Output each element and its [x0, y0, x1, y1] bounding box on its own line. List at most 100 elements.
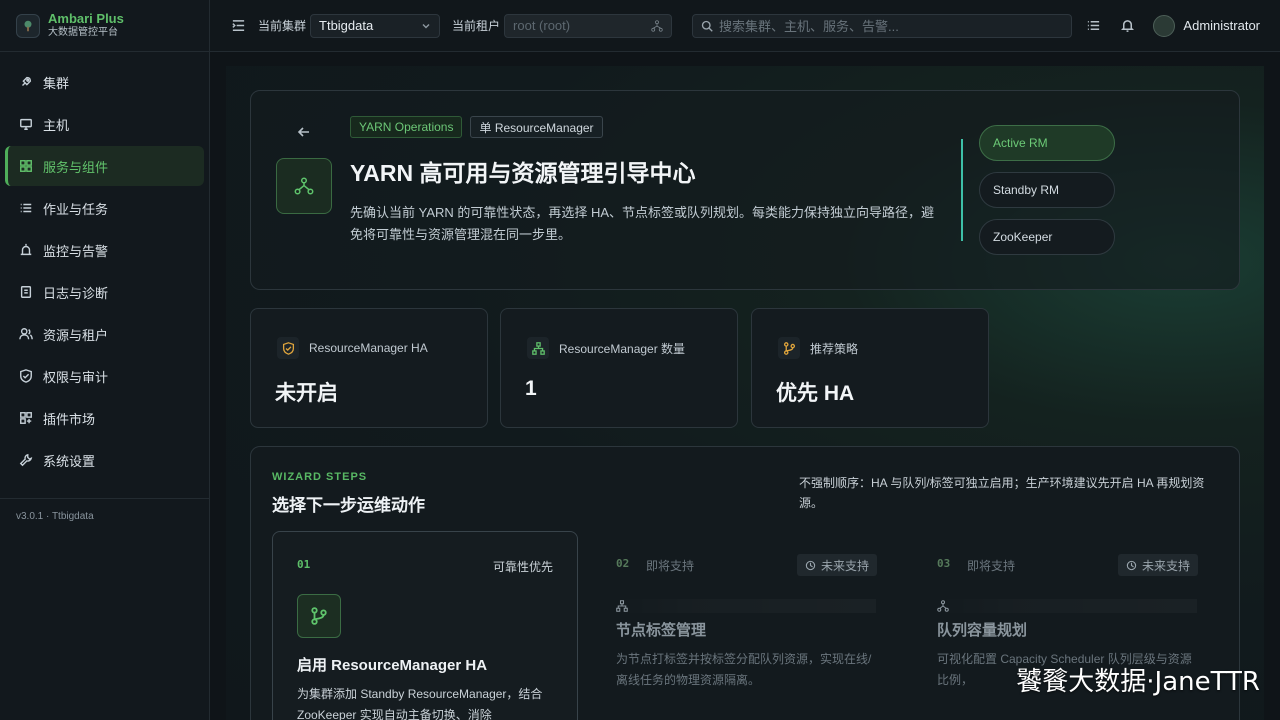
main-content: YARN Operations 单 ResourceManager YARN 高…	[226, 66, 1264, 720]
sidebar-item-label: 系统设置	[43, 453, 96, 469]
cluster-select[interactable]: Ttbigdata	[310, 13, 441, 38]
stat-card-rm-count: ResourceManager 数量 1	[500, 308, 738, 428]
sidebar-item-audit[interactable]: 权限与审计	[5, 356, 204, 396]
grid-icon	[20, 160, 32, 172]
step-title: 队列容量规划	[937, 622, 1028, 639]
sitemap-icon	[527, 337, 549, 359]
stat-value: 1	[525, 377, 537, 400]
back-arrow-icon[interactable]	[296, 124, 312, 145]
sidebar-item-label: 监控与告警	[43, 243, 109, 259]
active-rm-pill: Active RM	[979, 125, 1115, 161]
log-icon	[20, 286, 32, 298]
list-icon	[20, 203, 32, 213]
future-support-badge: 未来支持	[796, 554, 877, 576]
sidebar-item-label: 服务与组件	[43, 159, 109, 175]
sidebar-item-label: 权限与审计	[43, 369, 109, 385]
tenant-value: root (root)	[513, 18, 571, 33]
wrench-icon	[19, 453, 33, 467]
step-priority: 可靠性优先	[492, 560, 553, 574]
sidebar-item-label: 日志与诊断	[43, 285, 109, 301]
monitor-icon	[20, 118, 32, 130]
list-view-icon[interactable]	[1085, 18, 1101, 34]
stat-card-rm-ha: ResourceManager HA 未开启	[250, 308, 488, 428]
sidebar-item-label: 插件市场	[43, 411, 96, 427]
hero-description: 先确认当前 YARN 的可靠性状态，再选择 HA、节点标签或队列规划。每类能力保…	[350, 205, 935, 242]
sidebar-item-label: 集群	[43, 75, 70, 91]
step-description: 为集群添加 Standby ResourceManager，结合 ZooKeep…	[297, 687, 543, 720]
wizard-kicker: WIZARD STEPS	[272, 471, 368, 483]
badge-label: 未来支持	[820, 558, 869, 573]
sidebar-item-monitoring[interactable]: 监控与告警	[5, 230, 204, 270]
search-input[interactable]: 搜索集群、主机、服务、告警...	[692, 13, 1073, 38]
sidebar-item-plugins[interactable]: 插件市场	[5, 398, 204, 438]
sidebar-item-label: 作业与任务	[43, 201, 109, 217]
sitemap-icon	[651, 19, 663, 32]
hero-card: YARN Operations 单 ResourceManager YARN 高…	[250, 90, 1240, 290]
sidebar-item-services[interactable]: 服务与组件	[5, 146, 204, 186]
chevron-down-icon	[422, 23, 430, 28]
step-card-rm-ha[interactable]: 01 可靠性优先 启用 ResourceManager HA 为集群添加 Sta…	[272, 531, 578, 720]
sidebar-nav: 集群 主机 服务与组件 作业与任务 监控与告警 日志与诊断 资源与租户 权限与审…	[0, 52, 209, 490]
apps-icon	[20, 412, 32, 424]
tenant-field[interactable]: root (root)	[504, 13, 673, 38]
menu-toggle-icon[interactable]	[230, 18, 246, 34]
badge-label: 未来支持	[1141, 558, 1190, 573]
cluster-select-value: Ttbigdata	[319, 18, 374, 33]
sidebar-item-settings[interactable]: 系统设置	[5, 440, 204, 480]
sidebar-item-cluster[interactable]: 集群	[5, 62, 204, 102]
wizard-note: 不强制顺序：HA 与队列/标签可独立启用；生产环境建议先开启 HA 再规划资源。	[799, 476, 1205, 510]
topbar: 当前集群 Ttbigdata 当前租户 root (root) 搜索集群、主机、…	[210, 0, 1280, 52]
users-icon	[19, 328, 33, 340]
brand[interactable]: Ambari Plus 大数据管控平台	[0, 0, 209, 52]
sidebar-item-jobs[interactable]: 作业与任务	[5, 188, 204, 228]
watermark: 饕餮大数据·JaneTTR	[1016, 667, 1260, 697]
yarn-cluster-icon	[276, 158, 332, 214]
stat-label: ResourceManager 数量	[559, 341, 686, 356]
sidebar-item-label: 资源与租户	[43, 327, 109, 343]
tenant-label: 当前租户	[452, 19, 501, 33]
sidebar-item-resources[interactable]: 资源与租户	[5, 314, 204, 354]
stat-value: 优先 HA	[776, 382, 855, 405]
clock-icon	[1126, 560, 1137, 570]
zookeeper-pill: ZooKeeper	[979, 219, 1115, 255]
stat-card-strategy: 推荐策略 优先 HA	[751, 308, 989, 428]
step-soon-label: 即将支持	[967, 559, 1016, 573]
user-menu[interactable]: Administrator	[1153, 14, 1260, 37]
step-title: 启用 ResourceManager HA	[297, 657, 488, 674]
step-description: 为节点打标签并按标签分配队列资源，实现在线/离线任务的物理资源隔离。	[616, 652, 872, 687]
page-title: YARN 高可用与资源管理引导中心	[350, 160, 696, 186]
sidebar: Ambari Plus 大数据管控平台 集群 主机 服务与组件 作业与任务 监控…	[0, 0, 210, 720]
search-placeholder: 搜索集群、主机、服务、告警...	[719, 19, 899, 34]
stat-value: 未开启	[275, 382, 338, 405]
sidebar-item-label: 主机	[43, 117, 70, 133]
step-title: 节点标签管理	[616, 622, 707, 639]
shield-icon	[20, 369, 32, 383]
alarm-icon	[20, 243, 32, 256]
step-number: 03	[937, 557, 951, 570]
step-number: 01	[297, 558, 311, 571]
brand-logo	[16, 13, 40, 38]
version-label: v3.0.1 · Ttbigdata	[0, 498, 209, 534]
stat-label: 推荐策略	[810, 341, 859, 356]
shield-check-icon	[277, 337, 299, 359]
step-card-node-labels: 02 即将支持 未来支持 节点标签管理 为节点打标签并按标签分配队列资源，实现在…	[592, 531, 898, 720]
wizard-title: 选择下一步运维动作	[272, 496, 425, 515]
sidebar-item-hosts[interactable]: 主机	[5, 104, 204, 144]
future-support-badge: 未来支持	[1117, 554, 1198, 576]
brand-title: Ambari Plus	[48, 11, 124, 26]
step-soon-label: 即将支持	[646, 559, 695, 573]
clock-icon	[805, 560, 816, 570]
tag-single-rm: 单 ResourceManager	[470, 116, 603, 138]
cluster-label: 当前集群	[258, 19, 307, 33]
step-number: 02	[616, 557, 630, 570]
brand-subtitle: 大数据管控平台	[48, 27, 118, 38]
tag-yarn-operations: YARN Operations	[350, 116, 463, 138]
standby-rm-pill: Standby RM	[979, 172, 1115, 208]
rocket-icon	[22, 76, 32, 86]
user-name: Administrator	[1183, 18, 1260, 33]
bell-icon[interactable]	[1119, 18, 1135, 34]
sitemap-icon	[616, 599, 876, 613]
search-icon	[701, 20, 713, 32]
sidebar-item-logs[interactable]: 日志与诊断	[5, 272, 204, 312]
branch-icon	[297, 594, 341, 638]
